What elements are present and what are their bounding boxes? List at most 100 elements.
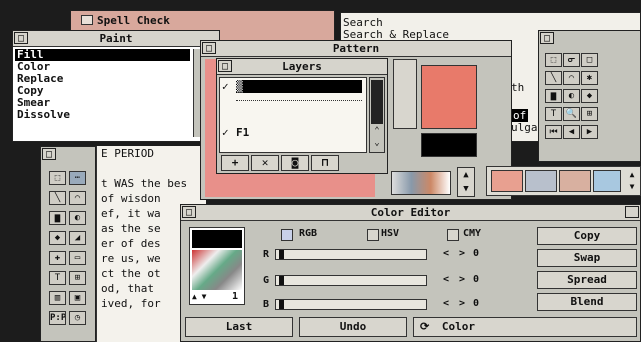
pattern-swatch-dark[interactable] xyxy=(421,133,477,157)
thumbnail[interactable] xyxy=(525,170,557,192)
thumbnail[interactable] xyxy=(491,170,523,192)
thumbnail-scroll-icon[interactable]: ▲ ▼ xyxy=(625,169,639,193)
line-tool-icon[interactable]: ╲ xyxy=(545,71,562,85)
dotted-select-icon[interactable]: ⋯ xyxy=(69,171,86,185)
undo-button[interactable]: Undo xyxy=(299,317,407,337)
thumbnail[interactable] xyxy=(593,170,621,192)
rgb-mode-checkbox[interactable] xyxy=(281,229,293,241)
spell-check-label[interactable]: Spell Check xyxy=(97,14,170,27)
hsv-mode-checkbox[interactable] xyxy=(367,229,379,241)
zoom-tool-icon[interactable]: 🔍 xyxy=(563,107,580,121)
channel-b-slider[interactable] xyxy=(275,299,427,310)
layer-row[interactable]: ✓ F1 xyxy=(220,126,366,140)
swap-button[interactable]: Swap xyxy=(537,249,637,267)
layer-row[interactable]: ✓ ▒ xyxy=(220,80,366,94)
cmy-mode-label[interactable]: CMY xyxy=(463,228,481,239)
lock-icon[interactable]: ⊓ xyxy=(311,155,339,171)
layers-scrollbar[interactable]: ⌃ ⌄ xyxy=(369,77,385,153)
select-tool-icon[interactable]: ⬚ xyxy=(545,53,562,67)
add-layer-button[interactable]: + xyxy=(221,155,249,171)
curve-tool-icon[interactable]: ⌒ xyxy=(563,71,580,85)
hsv-mode-label[interactable]: HSV xyxy=(381,228,399,239)
channel-g-dec[interactable]: < xyxy=(443,274,449,285)
camera-icon[interactable]: ◙ xyxy=(281,155,309,171)
blend-button[interactable]: Blend xyxy=(537,293,637,311)
thumbnail-strip[interactable]: ▲ ▼ xyxy=(486,166,641,196)
close-icon[interactable]: □ xyxy=(42,148,56,160)
poly-fill-icon[interactable]: ◆ xyxy=(581,89,598,103)
scroll-up-icon[interactable]: ⌃ xyxy=(370,126,384,138)
clock-tool-icon[interactable]: ◷ xyxy=(69,311,86,325)
last-button[interactable]: Last xyxy=(185,317,293,337)
current-color-swatch xyxy=(192,230,242,248)
close-icon[interactable]: □ xyxy=(14,32,28,44)
layer-visible-check[interactable]: ✓ xyxy=(222,126,229,139)
next-frame-icon[interactable]: ▶ xyxy=(581,125,598,139)
channel-b-inc[interactable]: > xyxy=(459,298,465,309)
text-tool-icon[interactable]: T xyxy=(545,107,562,121)
channel-b-dec[interactable]: < xyxy=(443,298,449,309)
close-icon[interactable]: □ xyxy=(540,32,554,44)
scroll-down-icon[interactable]: ⌄ xyxy=(370,138,384,150)
select-tool-icon[interactable]: ⬚ xyxy=(49,171,66,185)
oval-fill-icon[interactable]: ◐ xyxy=(69,211,86,225)
rect-fill-icon[interactable]: ▆ xyxy=(545,89,562,103)
poly-fill-icon[interactable]: ◆ xyxy=(49,231,66,245)
channel-g-slider[interactable] xyxy=(275,275,427,286)
frame-tool-icon[interactable]: ▣ xyxy=(69,291,86,305)
palette-preview[interactable]: ▲ ▼ 1 xyxy=(189,227,245,305)
close-icon[interactable]: □ xyxy=(218,60,232,72)
curve-tool-icon[interactable]: ⌒ xyxy=(69,191,86,205)
channel-g-inc[interactable]: > xyxy=(459,274,465,285)
layers-list: ✓ ▒ ✓ F1 xyxy=(219,77,367,153)
rect-select-icon[interactable]: □ xyxy=(581,53,598,67)
spell-check-checkbox[interactable] xyxy=(81,15,93,25)
delete-layer-button[interactable]: ✕ xyxy=(251,155,279,171)
copy-button[interactable]: Copy xyxy=(537,227,637,245)
color-cycle-button[interactable]: ⟳ Color xyxy=(413,317,637,337)
brush-tool-icon[interactable]: ◢ xyxy=(69,231,86,245)
layers-title[interactable]: Layers xyxy=(217,59,387,75)
close-icon[interactable]: □ xyxy=(182,206,196,218)
lasso-tool-icon[interactable]: ᓂ xyxy=(563,53,580,67)
transform-tool-icon[interactable]: ⊞ xyxy=(581,107,598,121)
slider-knob[interactable] xyxy=(279,276,284,285)
paint-title[interactable]: Paint xyxy=(13,31,219,47)
search-peek-text-3: ulga xyxy=(511,121,538,134)
cmy-mode-checkbox[interactable] xyxy=(447,229,459,241)
pattern-swatch-large[interactable] xyxy=(421,65,477,129)
layers-window: Layers □ ✓ ▒ ✓ F1 ⌃ ⌄ + ✕ ◙ ⊓ xyxy=(216,58,388,174)
palette-grid[interactable] xyxy=(192,250,242,290)
tool-palette-left: □ ⬚ ⋯ ╲ ⌒ ▆ ◐ ◆ ◢ ✚ ▭ T ⊞ ▥ ▣ P:P ◷ xyxy=(40,146,96,342)
channel-r-slider[interactable] xyxy=(275,249,427,260)
channel-r-dec[interactable]: < xyxy=(443,248,449,259)
color-editor-title[interactable]: Color Editor xyxy=(181,205,640,221)
paint-item-dissolve[interactable]: Dissolve xyxy=(15,109,190,121)
line-tool-icon[interactable]: ╲ xyxy=(49,191,66,205)
pp-tool-icon[interactable]: P:P xyxy=(49,311,66,325)
prev-frame-icon[interactable]: ◀ xyxy=(563,125,580,139)
pattern-scroll-arrows[interactable]: ▲ ▼ xyxy=(457,167,475,197)
spread-button[interactable]: Spread xyxy=(537,271,637,289)
close-icon[interactable]: □ xyxy=(202,42,216,54)
palette-arrows[interactable]: ▲ ▼ xyxy=(192,292,228,302)
grid-tool-icon[interactable]: ⊞ xyxy=(69,271,86,285)
eraser-tool-icon[interactable]: ▭ xyxy=(69,251,86,265)
oval-fill-icon[interactable]: ◐ xyxy=(563,89,580,103)
fill-tool-icon[interactable]: ✚ xyxy=(49,251,66,265)
thumbnail[interactable] xyxy=(559,170,591,192)
channel-r-inc[interactable]: > xyxy=(459,248,465,259)
pattern-title[interactable]: Pattern xyxy=(201,41,511,57)
rgb-mode-label[interactable]: RGB xyxy=(299,228,317,239)
slider-knob[interactable] xyxy=(279,250,284,259)
rect-fill-icon[interactable]: ▆ xyxy=(49,211,66,225)
scroll-thumb[interactable] xyxy=(371,80,383,124)
text-tool-icon[interactable]: T xyxy=(49,271,66,285)
chart-tool-icon[interactable]: ▥ xyxy=(49,291,66,305)
depth-icon[interactable] xyxy=(625,206,639,218)
airbrush-tool-icon[interactable]: ✱ xyxy=(581,71,598,85)
pattern-color-strip[interactable] xyxy=(391,171,451,195)
first-frame-icon[interactable]: ⏮ xyxy=(545,125,562,139)
layer-visible-check[interactable]: ✓ xyxy=(222,80,229,93)
slider-knob[interactable] xyxy=(279,300,284,309)
